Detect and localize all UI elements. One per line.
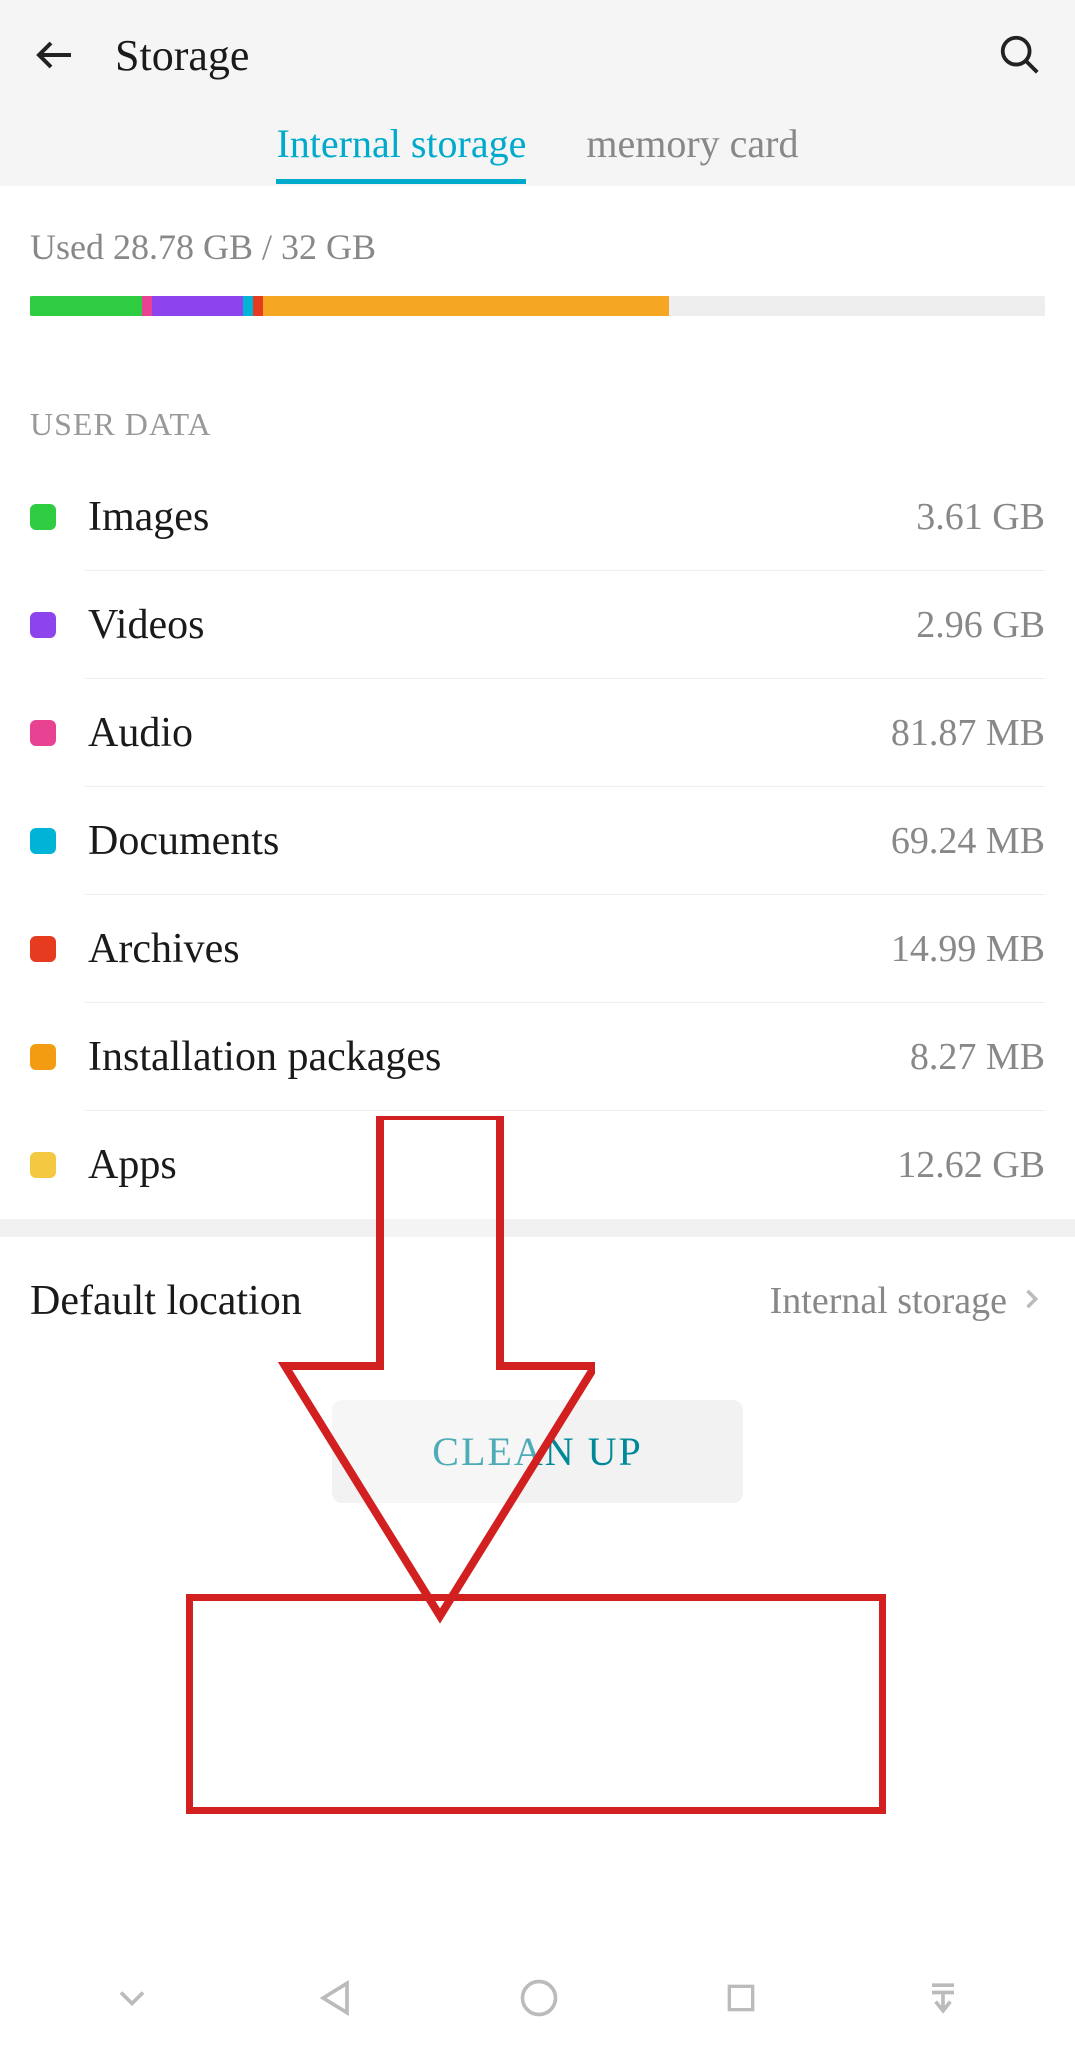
- list-item[interactable]: Archives 14.99 MB: [0, 895, 1075, 1003]
- user-data-list: Images 3.61 GB Videos 2.96 GB Audio 81.87 MB D…: [0, 463, 1075, 1219]
- usage-segment: [152, 296, 243, 316]
- annotation-highlight-box: [186, 1594, 886, 1814]
- usage-segment: [263, 296, 669, 316]
- default-location-row[interactable]: Default location Internal storage: [0, 1237, 1075, 1365]
- item-label: Apps: [88, 1141, 177, 1189]
- section-header-user-data: USER DATA: [0, 346, 1075, 463]
- chevron-right-icon: [1017, 1285, 1045, 1318]
- nav-home-icon[interactable]: [517, 1976, 561, 2025]
- tab-memory-card[interactable]: memory card: [586, 120, 798, 184]
- usage-bar: [30, 296, 1045, 316]
- category-color-icon: [30, 504, 56, 530]
- item-value: 8.27 MB: [910, 1035, 1045, 1079]
- search-icon[interactable]: [995, 30, 1045, 80]
- item-value: 3.61 GB: [916, 495, 1045, 539]
- item-value: 2.96 GB: [916, 603, 1045, 647]
- usage-segment: [253, 296, 263, 316]
- item-value: 81.87 MB: [891, 711, 1045, 755]
- category-color-icon: [30, 1152, 56, 1178]
- list-item[interactable]: Installation packages 8.27 MB: [0, 1003, 1075, 1111]
- list-item[interactable]: Documents 69.24 MB: [0, 787, 1075, 895]
- item-label: Installation packages: [88, 1033, 441, 1081]
- usage-text: Used 28.78 GB / 32 GB: [30, 226, 1045, 268]
- tab-internal-storage[interactable]: Internal storage: [276, 120, 526, 184]
- item-value: 12.62 GB: [897, 1143, 1045, 1187]
- item-label: Images: [88, 493, 209, 541]
- item-label: Videos: [88, 601, 204, 649]
- usage-segment: [142, 296, 152, 316]
- default-location-value: Internal storage: [770, 1279, 1007, 1323]
- item-value: 69.24 MB: [891, 819, 1045, 863]
- category-color-icon: [30, 720, 56, 746]
- category-color-icon: [30, 1044, 56, 1070]
- nav-recent-icon[interactable]: [721, 1978, 761, 2023]
- list-item[interactable]: Audio 81.87 MB: [0, 679, 1075, 787]
- cleanup-button[interactable]: CLEAN UP: [332, 1400, 742, 1503]
- nav-collapse-icon[interactable]: [110, 1976, 154, 2025]
- navigation-bar: [0, 1945, 1075, 2055]
- item-label: Archives: [88, 925, 240, 973]
- page-title: Storage: [115, 30, 249, 81]
- default-location-label: Default location: [30, 1277, 302, 1325]
- usage-segment: [243, 296, 253, 316]
- list-item[interactable]: Apps 12.62 GB: [0, 1111, 1075, 1219]
- nav-dropdown-icon[interactable]: [921, 1976, 965, 2025]
- item-value: 14.99 MB: [891, 927, 1045, 971]
- nav-back-icon[interactable]: [314, 1976, 358, 2025]
- list-item[interactable]: Videos 2.96 GB: [0, 571, 1075, 679]
- item-label: Documents: [88, 817, 279, 865]
- usage-segment: [30, 296, 142, 316]
- tabs: Internal storage memory card: [0, 90, 1075, 184]
- category-color-icon: [30, 936, 56, 962]
- category-color-icon: [30, 612, 56, 638]
- item-label: Audio: [88, 709, 193, 757]
- list-item[interactable]: Images 3.61 GB: [0, 463, 1075, 571]
- category-color-icon: [30, 828, 56, 854]
- divider: [0, 1219, 1075, 1237]
- back-icon[interactable]: [30, 30, 80, 80]
